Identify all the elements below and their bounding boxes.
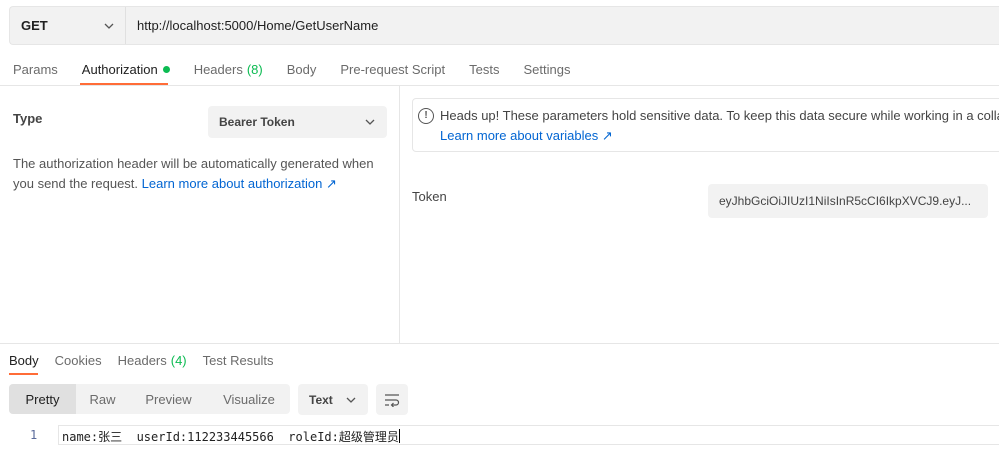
tab-headers[interactable]: Headers (8) (182, 52, 275, 86)
tab-authorization[interactable]: Authorization (70, 52, 182, 86)
chevron-down-icon (104, 23, 114, 29)
view-visualize-button[interactable]: Visualize (208, 384, 290, 414)
wrap-lines-button[interactable] (376, 384, 408, 415)
wrap-lines-icon (385, 393, 400, 407)
sensitive-data-alert: ! Heads up! These parameters hold sensit… (412, 98, 999, 152)
view-pretty-button[interactable]: Pretty (9, 384, 76, 414)
token-input[interactable]: eyJhbGciOiJIUzI1NiIsInR5cCI6IkpXVCJ9.eyJ… (708, 184, 988, 218)
auth-description: The authorization header will be automat… (13, 156, 374, 191)
tab-tests[interactable]: Tests (457, 52, 511, 86)
chevron-down-icon (365, 119, 375, 125)
response-active-tab-indicator (9, 373, 38, 375)
response-divider (0, 343, 999, 344)
tab-pre-request-script[interactable]: Pre-request Script (328, 52, 457, 86)
response-tab-test-results[interactable]: Test Results (195, 346, 282, 374)
active-dot-icon (162, 65, 170, 73)
alert-text: Heads up! These parameters hold sensitiv… (440, 108, 999, 123)
tab-params[interactable]: Params (0, 52, 70, 86)
response-line: name:张三 userId:112233445566 roleId:超级管理员 (62, 429, 400, 444)
learn-more-authorization-link[interactable]: Learn more about authorization ↗ (142, 176, 337, 191)
token-label: Token (412, 189, 447, 204)
response-tab-cookies[interactable]: Cookies (47, 346, 110, 374)
method-label: GET (21, 18, 48, 33)
response-headers-count: (4) (170, 352, 187, 368)
auth-type-select[interactable]: Bearer Token (208, 106, 387, 138)
type-label: Type (13, 111, 43, 126)
response-body-editor[interactable]: 1 name:张三 userId:112233445566 roleId:超级管… (0, 425, 999, 445)
format-value: Text (309, 392, 333, 407)
response-tab-headers[interactable]: Headers (4) (110, 346, 195, 374)
format-select[interactable]: Text (298, 384, 368, 415)
text-cursor (398, 429, 400, 443)
view-raw-button[interactable]: Raw (76, 384, 129, 414)
headers-count: (8) (246, 61, 263, 77)
token-value: eyJhbGciOiJIUzI1NiIsInR5cCI6IkpXVCJ9.eyJ… (719, 194, 972, 208)
tab-settings[interactable]: Settings (511, 52, 582, 86)
response-tabs: Body Cookies Headers (4) Test Results (0, 346, 281, 374)
view-mode-group: Pretty Raw Preview Visualize (9, 384, 290, 414)
url-input[interactable]: http://localhost:5000/Home/GetUserName (126, 18, 378, 33)
panel-divider (399, 86, 400, 343)
chevron-down-icon (346, 397, 356, 403)
view-preview-button[interactable]: Preview (129, 384, 208, 414)
method-select[interactable]: GET (10, 7, 126, 44)
tab-body[interactable]: Body (275, 52, 329, 86)
info-icon: ! (418, 108, 434, 124)
line-number: 1 (30, 428, 38, 442)
response-tab-body[interactable]: Body (0, 346, 47, 374)
active-tab-indicator (80, 83, 168, 85)
url-bar: GET http://localhost:5000/Home/GetUserNa… (9, 6, 999, 45)
learn-more-variables-link[interactable]: Learn more about variables ↗ (440, 128, 613, 144)
request-tabs: Params Authorization Headers (8) Body Pre… (0, 52, 999, 86)
auth-type-value: Bearer Token (219, 115, 295, 129)
